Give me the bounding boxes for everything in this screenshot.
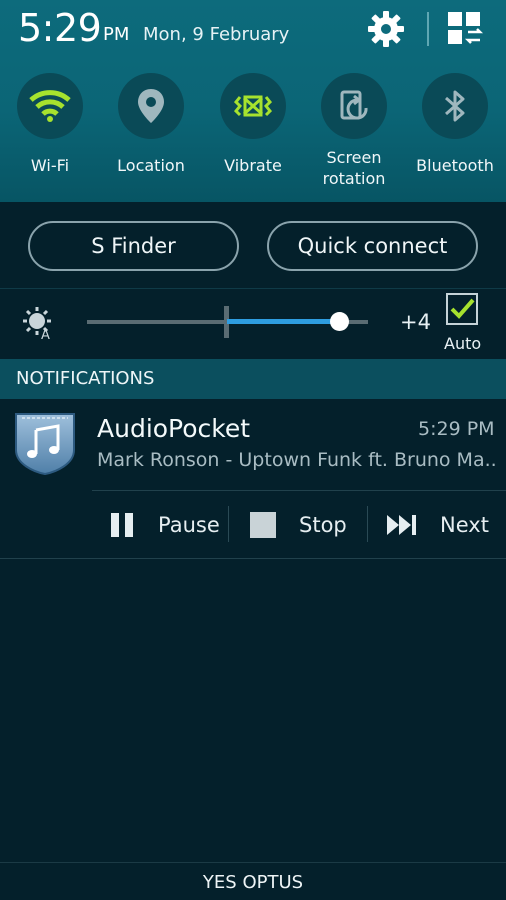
brightness-track-fill <box>227 319 339 324</box>
toggle-bluetooth[interactable]: Bluetooth <box>407 73 503 176</box>
toggle-vibrate-circle <box>220 73 286 139</box>
auto-brightness-checkbox[interactable] <box>446 293 478 325</box>
brightness-slider-thumb[interactable] <box>330 312 349 331</box>
toggle-wifi-label: Wi-Fi <box>30 156 70 175</box>
action-divider-1 <box>228 506 229 542</box>
next-track-icon <box>387 515 416 535</box>
notification-app-name: AudioPocket <box>97 414 251 443</box>
date-label: Mon, 9 February <box>143 24 290 45</box>
notification-time: 5:29 PM <box>418 418 495 440</box>
pause-button[interactable]: Pause <box>108 507 220 543</box>
finder-connect-row: S Finder Quick connect <box>0 202 506 289</box>
notifications-header: NOTIFICATIONS <box>0 359 506 399</box>
status-bar: 5:29 PM Mon, 9 February <box>0 0 506 60</box>
stop-label: Stop <box>299 513 347 537</box>
carrier-label: YES OPTUS <box>202 872 304 893</box>
toggle-wifi-circle <box>17 73 83 139</box>
auto-brightness-label: Auto <box>444 334 482 353</box>
svg-text:A: A <box>41 328 50 340</box>
edit-toggles-grid-icon[interactable] <box>446 10 486 48</box>
toggle-screen-rotation[interactable]: Screen rotation <box>306 73 402 189</box>
brightness-value: +4 <box>400 310 431 334</box>
toggle-bluetooth-label: Bluetooth <box>416 156 494 175</box>
checkmark-icon <box>450 298 475 319</box>
screen-rotation-label-line1: Screen <box>326 148 382 167</box>
pause-label: Pause <box>158 513 220 537</box>
pause-icon <box>111 513 133 537</box>
footer-divider <box>0 862 506 863</box>
notification-divider <box>92 490 506 491</box>
bluetooth-icon <box>445 90 465 122</box>
screen-rotation-icon <box>340 90 368 120</box>
toggle-screen-rotation-circle <box>321 73 387 139</box>
vibrate-icon <box>233 95 273 117</box>
clock-time: 5:29 <box>18 6 102 50</box>
toggle-bluetooth-circle <box>422 73 488 139</box>
wifi-icon <box>29 90 71 122</box>
screen-rotation-label-line2: rotation <box>322 169 386 188</box>
settings-gear-icon[interactable] <box>365 8 407 50</box>
next-label: Next <box>440 513 489 537</box>
toggle-screen-rotation-label: Screen rotation <box>306 147 402 189</box>
toggle-location-circle <box>118 73 184 139</box>
location-icon <box>138 89 164 123</box>
notification-text: Mark Ronson - Uptown Funk ft. Bruno Ma.. <box>97 449 497 471</box>
toggle-location-label: Location <box>117 156 185 175</box>
toggle-vibrate[interactable]: Vibrate <box>205 73 301 176</box>
quick-connect-button[interactable]: Quick connect <box>267 221 478 271</box>
toggle-vibrate-label: Vibrate <box>224 156 282 175</box>
auto-brightness-icon: A <box>23 307 51 340</box>
notification-bottom-divider <box>0 558 506 559</box>
toggle-wifi[interactable]: Wi-Fi <box>2 73 98 176</box>
brightness-track-low <box>87 320 227 324</box>
toggle-location[interactable]: Location <box>103 73 199 176</box>
stop-button[interactable]: Stop <box>249 507 347 543</box>
status-divider <box>427 12 429 46</box>
audiopocket-app-icon <box>15 413 75 476</box>
s-finder-button[interactable]: S Finder <box>28 221 239 271</box>
action-divider-2 <box>367 506 368 542</box>
stop-icon <box>250 512 276 538</box>
next-button[interactable]: Next <box>386 507 489 543</box>
clock-ampm: PM <box>103 24 130 45</box>
